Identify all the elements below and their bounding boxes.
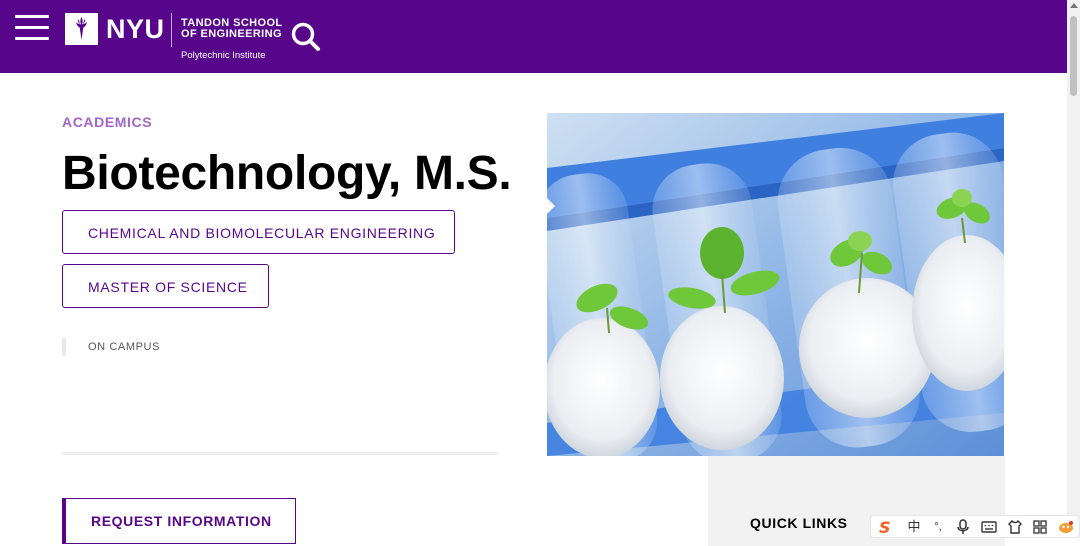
skin-icon[interactable] — [1007, 518, 1023, 536]
school-subline: Polytechnic Institute — [181, 50, 266, 61]
scroll-up-arrow-icon[interactable] — [1070, 3, 1078, 8]
toolbox-icon[interactable] — [1032, 518, 1048, 536]
section-eyebrow[interactable]: ACADEMICS — [62, 114, 152, 130]
page-title: Biotechnology, M.S. — [62, 147, 512, 200]
microphone-icon[interactable] — [955, 518, 971, 536]
hamburger-menu-icon[interactable] — [15, 15, 49, 41]
search-icon[interactable] — [289, 20, 323, 54]
chinese-mode-icon[interactable]: 中 — [905, 518, 923, 536]
sogou-logo-icon[interactable]: S — [877, 518, 895, 537]
keyboard-icon[interactable] — [981, 518, 997, 536]
school-name-line2: OF ENGINEERING — [181, 28, 282, 40]
nyu-torch-logo-icon[interactable] — [65, 13, 98, 45]
quick-links-heading: QUICK LINKS — [750, 515, 848, 531]
logo-divider — [171, 13, 172, 47]
ime-toolbar[interactable]: S 中 °, — [870, 515, 1080, 538]
sogou-logo-letter: S — [879, 518, 891, 536]
punctuation-icon[interactable]: °, — [931, 518, 945, 536]
campus-label: ON CAMPUS — [62, 338, 160, 356]
nyu-wordmark[interactable]: NYU — [106, 12, 165, 46]
page-scrollbar[interactable] — [1067, 0, 1080, 538]
site-header: NYU TANDON SCHOOL OF ENGINEERING Polytec… — [0, 0, 1067, 73]
section-divider — [62, 452, 498, 455]
department-tag-button[interactable]: CHEMICAL AND BIOMOLECULAR ENGINEERING — [62, 210, 455, 254]
degree-tag-button[interactable]: MASTER OF SCIENCE — [62, 264, 269, 308]
request-information-button[interactable]: REQUEST INFORMATION — [62, 498, 296, 544]
mascot-icon[interactable] — [1057, 518, 1075, 536]
hero-image — [547, 113, 1004, 456]
scrollbar-thumb[interactable] — [1070, 16, 1077, 96]
school-name[interactable]: TANDON SCHOOL OF ENGINEERING — [181, 18, 283, 40]
